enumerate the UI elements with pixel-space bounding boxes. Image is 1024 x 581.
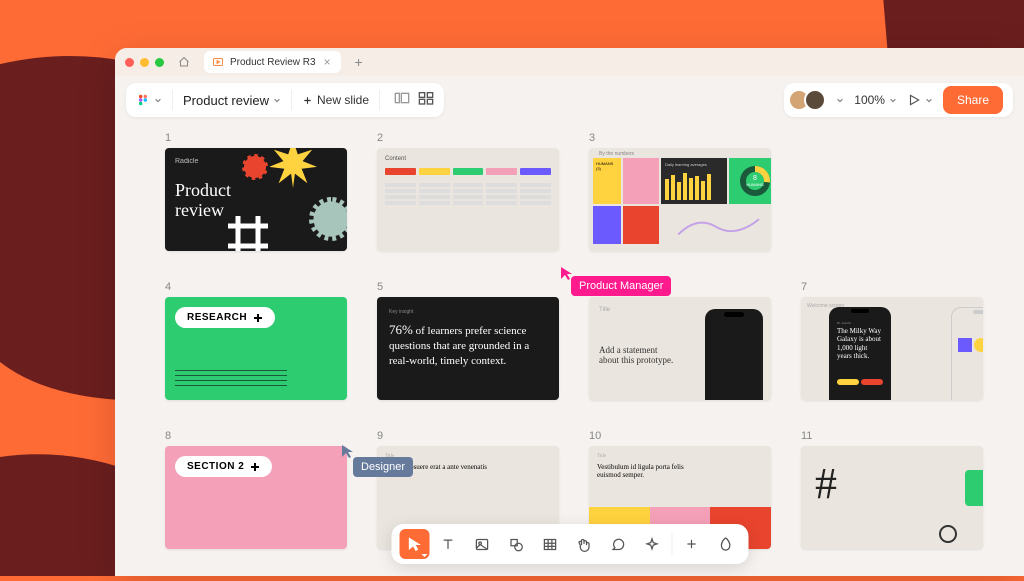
- slide-thumbnail[interactable]: 2 Content: [377, 132, 559, 251]
- slide-thumbnail[interactable]: 3 By the numbers HUMANS (3) Daily learni…: [589, 132, 771, 251]
- tab-title: Product Review R3: [230, 57, 316, 68]
- slide-thumbnail[interactable]: 6 Title Add a statement about this proto…: [589, 281, 771, 400]
- tab-bar: Product Review R3 × +: [115, 48, 1024, 76]
- hand-tool[interactable]: [569, 529, 599, 559]
- chevron-down-icon[interactable]: [836, 96, 844, 104]
- hand-icon: [577, 537, 592, 552]
- text-icon: [441, 537, 456, 552]
- app-window: Product Review R3 × + Product review New…: [115, 48, 1024, 576]
- play-icon: [907, 93, 921, 107]
- window-controls: [125, 58, 164, 67]
- design-toolbar: [391, 524, 748, 564]
- chevron-down-icon: [925, 96, 933, 104]
- leaf-icon: [718, 537, 733, 552]
- collaborator-cursor: [340, 443, 356, 459]
- minimize-window-button[interactable]: [140, 58, 149, 67]
- document-title-button[interactable]: Product review: [183, 93, 281, 108]
- new-slide-button[interactable]: New slide: [302, 93, 369, 107]
- plus-icon: [250, 462, 260, 472]
- sparkle-icon: [645, 537, 660, 552]
- table-icon: [543, 537, 558, 552]
- collaborator-label: Designer: [353, 457, 413, 477]
- slide-thumbnail[interactable]: 11 #: [801, 430, 983, 549]
- present-button[interactable]: [907, 93, 933, 107]
- maximize-window-button[interactable]: [155, 58, 164, 67]
- chevron-down-icon: [154, 96, 162, 104]
- shape-tool[interactable]: [501, 529, 531, 559]
- image-tool[interactable]: [467, 529, 497, 559]
- slide-thumbnail[interactable]: 1 Radicle Product review: [165, 132, 347, 251]
- grid-view-button[interactable]: [418, 91, 434, 110]
- avatar: [804, 89, 826, 111]
- table-tool[interactable]: [535, 529, 565, 559]
- chevron-down-icon: [273, 96, 281, 104]
- document-tab[interactable]: Product Review R3 ×: [204, 51, 341, 73]
- plus-icon: [253, 313, 263, 323]
- shape-icon: [509, 537, 524, 552]
- app-menu-button[interactable]: [136, 93, 162, 107]
- plugins-tool[interactable]: [710, 529, 740, 559]
- figma-icon: [136, 93, 150, 107]
- home-button[interactable]: [172, 52, 196, 72]
- slide-thumbnail[interactable]: 4 RESEARCH: [165, 281, 347, 400]
- text-tool[interactable]: [433, 529, 463, 559]
- effects-tool[interactable]: [637, 529, 667, 559]
- slides-icon: [212, 56, 224, 68]
- cursor-icon: [406, 536, 422, 552]
- close-window-button[interactable]: [125, 58, 134, 67]
- collaborator-label: Product Manager: [571, 276, 671, 296]
- main-toolbar: Product review New slide: [115, 76, 1024, 124]
- single-view-button[interactable]: [394, 91, 410, 110]
- share-button[interactable]: Share: [943, 86, 1003, 114]
- slide-thumbnail[interactable]: 8 SECTION 2: [165, 430, 347, 549]
- select-tool[interactable]: [399, 529, 429, 559]
- plus-icon: [684, 537, 698, 551]
- slide-thumbnail[interactable]: 7 Welcome screen Hi, Jennifer The Milky …: [801, 281, 983, 400]
- comment-tool[interactable]: [603, 529, 633, 559]
- comment-icon: [611, 537, 626, 552]
- plus-icon: [302, 95, 313, 106]
- slide-thumbnail[interactable]: 5 Key insight 76% of learners prefer sci…: [377, 281, 559, 400]
- collaborator-avatars[interactable]: [794, 89, 826, 111]
- image-icon: [475, 537, 490, 552]
- new-tab-button[interactable]: +: [349, 54, 369, 70]
- zoom-control[interactable]: 100%: [854, 93, 897, 107]
- add-tool[interactable]: [676, 529, 706, 559]
- close-tab-button[interactable]: ×: [322, 55, 333, 69]
- slide-grid-canvas[interactable]: 1 Radicle Product review 2 Content: [115, 124, 1024, 576]
- chevron-down-icon: [889, 96, 897, 104]
